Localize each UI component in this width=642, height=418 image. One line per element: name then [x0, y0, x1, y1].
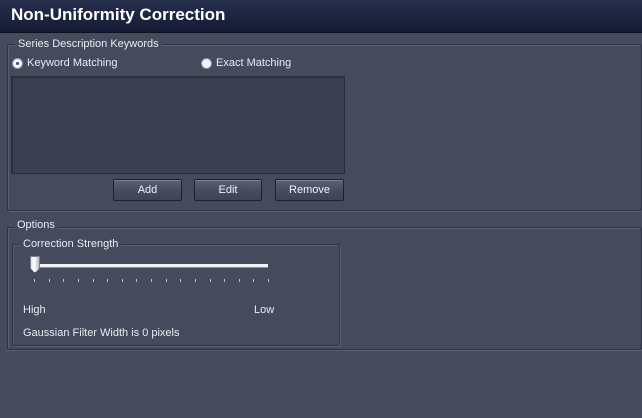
options-group-label: Options	[14, 219, 58, 231]
window-title: Non-Uniformity Correction	[11, 5, 226, 24]
radio-selected-icon	[13, 58, 22, 68]
slider-tick	[34, 279, 35, 282]
exact-matching-radio[interactable]: Exact Matching	[202, 57, 291, 69]
slider-tick	[224, 279, 226, 282]
keyword-matching-label: Keyword Matching	[27, 57, 118, 69]
keywords-list[interactable]	[11, 76, 345, 174]
keywords-group-label: Series Description Keywords	[15, 38, 162, 50]
slider-tick	[253, 279, 255, 282]
gaussian-filter-text: Gaussian Filter Width is 0 pixels	[23, 327, 180, 339]
slider-tick	[121, 279, 123, 282]
slider-tick	[209, 279, 211, 282]
slider-tick	[77, 279, 79, 282]
slider-tick	[194, 279, 196, 282]
slider-min-label: High	[23, 304, 46, 316]
slider-tick	[48, 279, 50, 282]
slider-tick	[136, 279, 138, 282]
keyword-matching-radio[interactable]: Keyword Matching	[13, 57, 118, 69]
add-button[interactable]: Add	[113, 179, 182, 201]
exact-matching-label: Exact Matching	[216, 57, 292, 69]
radio-unselected-icon	[202, 58, 211, 68]
empty-panel	[6, 350, 642, 418]
slider-tick	[268, 279, 269, 282]
slider-tick	[165, 279, 167, 282]
title-bar: Non-Uniformity Correction	[0, 0, 642, 33]
slider-ticks	[34, 279, 270, 283]
slider-tick	[63, 279, 65, 282]
slider-max-label: Low	[254, 304, 275, 316]
slider-tick	[180, 279, 182, 282]
remove-button[interactable]: Remove	[275, 179, 344, 201]
correction-strength-label: Correction Strength	[20, 238, 122, 250]
slider-tick	[107, 279, 109, 282]
edit-button[interactable]: Edit	[194, 179, 262, 201]
slider-tick	[238, 279, 240, 282]
correction-strength-slider[interactable]	[36, 264, 268, 267]
slider-tick	[92, 279, 94, 282]
slider-tick	[151, 279, 152, 282]
